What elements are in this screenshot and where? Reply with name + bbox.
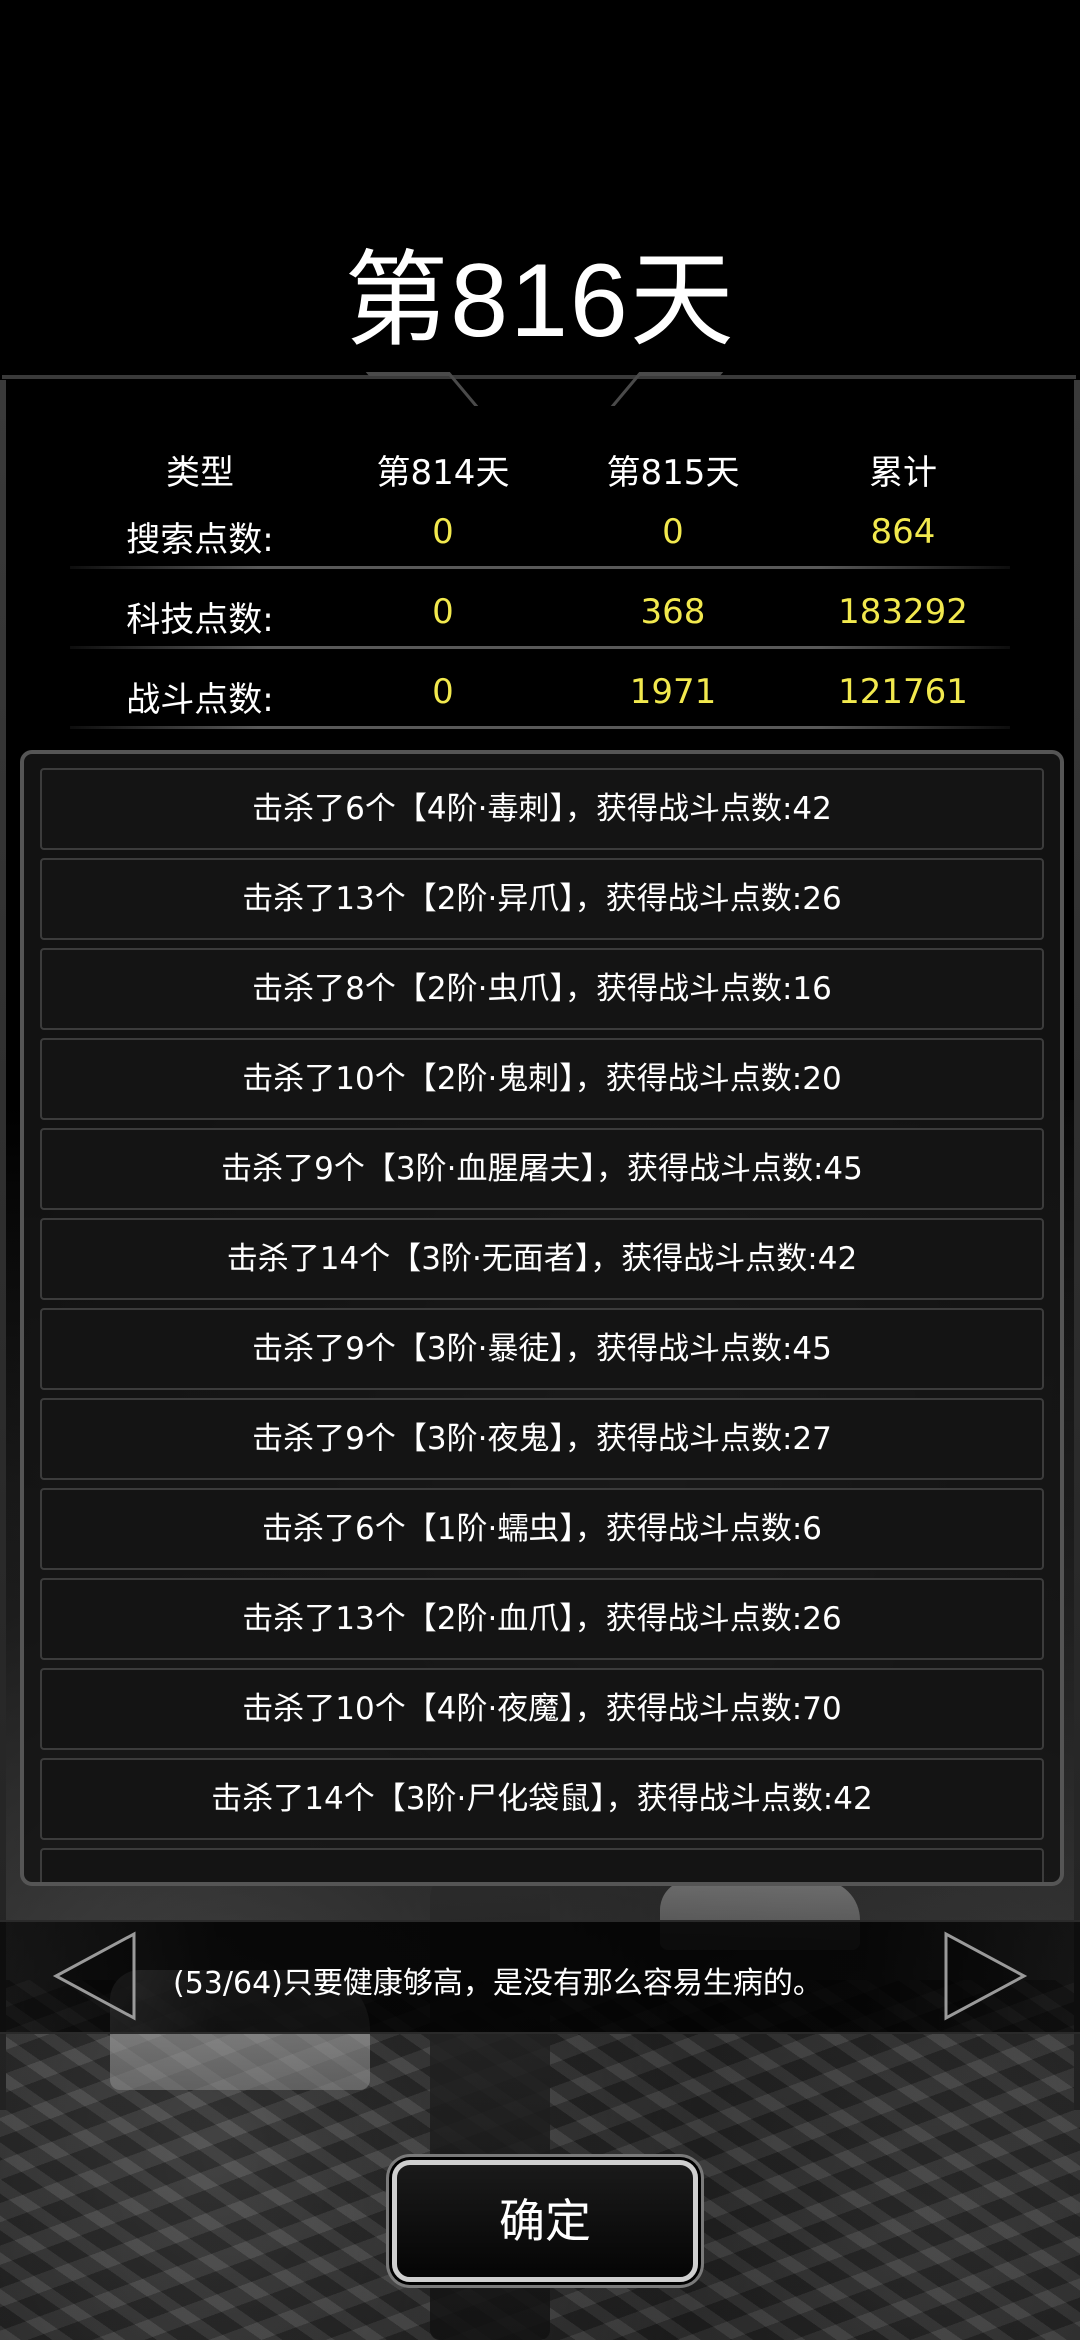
row-label: 科技点数: [126, 600, 274, 640]
next-tip-button[interactable] [940, 1930, 1030, 2022]
row-label: 搜索点数: [126, 520, 274, 560]
list-item: 击杀了9个【3阶·暴徒】，获得战斗点数:45 [40, 1308, 1044, 1390]
stats-row-combat: 战斗点数: 0 1971 121761 [0, 672, 1080, 742]
tip-text: (53/64)只要健康够高，是没有那么容易生病的。 [173, 1966, 823, 2001]
list-item: 击杀了14个【3阶·无面者】，获得战斗点数:42 [40, 1218, 1044, 1300]
list-item: 击杀了9个【3阶·夜鬼】，获得战斗点数:27 [40, 1398, 1044, 1480]
header-total: 累计 [869, 453, 937, 493]
battle-log-list[interactable]: 击杀了6个【4阶·毒刺】，获得战斗点数:42 击杀了13个【2阶·异爪】，获得战… [20, 750, 1064, 1886]
row-value-day814: 0 [432, 512, 454, 552]
row-value-day815: 1971 [629, 672, 717, 712]
row-value-total: 121761 [838, 672, 968, 712]
list-item: 击杀了8个【2阶·虫爪】，获得战斗点数:16 [40, 948, 1044, 1030]
row-value-day815: 0 [662, 512, 684, 552]
triangle-left-icon [52, 1931, 136, 2021]
stats-row-tech: 科技点数: 0 368 183292 [0, 592, 1080, 662]
header-day815: 第815天 [606, 453, 740, 493]
row-divider [70, 646, 1010, 649]
list-item: 击杀了9个【3阶·血腥屠夫】，获得战斗点数:45 [40, 1128, 1044, 1210]
list-item: 击杀了6个【4阶·毒刺】，获得战斗点数:42 [40, 768, 1044, 850]
list-item: 击杀了14个【3阶·尸化袋鼠】，获得战斗点数:42 [40, 1758, 1044, 1840]
row-value-day814: 0 [432, 592, 454, 632]
day-summary-screen: 第816天 类型 第814天 第815天 累计 搜索点数: 0 0 864 科技… [0, 0, 1080, 2340]
row-value-day814: 0 [432, 672, 454, 712]
header-type: 类型 [166, 453, 234, 493]
triangle-right-icon [944, 1931, 1028, 2021]
row-label: 战斗点数: [126, 680, 274, 720]
row-divider [70, 566, 1010, 569]
list-item-partial [40, 1848, 1044, 1882]
list-item: 击杀了13个【2阶·血爪】，获得战斗点数:26 [40, 1578, 1044, 1660]
list-item: 击杀了6个【1阶·蠕虫】，获得战斗点数:6 [40, 1488, 1044, 1570]
row-value-total: 183292 [838, 592, 968, 632]
row-value-total: 864 [870, 512, 936, 552]
confirm-button[interactable]: 确定 [392, 2160, 698, 2282]
row-value-day815: 368 [640, 592, 706, 632]
stats-header: 类型 第814天 第815天 累计 [0, 445, 1080, 495]
list-item: 击杀了13个【2阶·异爪】，获得战斗点数:26 [40, 858, 1044, 940]
header-day814: 第814天 [376, 453, 510, 493]
list-item: 击杀了10个【4阶·夜魔】，获得战斗点数:70 [40, 1668, 1044, 1750]
tip-bar: (53/64)只要健康够高，是没有那么容易生病的。 [0, 1920, 1080, 2034]
stats-row-search: 搜索点数: 0 0 864 [0, 512, 1080, 582]
row-divider [70, 726, 1010, 729]
list-item: 击杀了10个【2阶·鬼刺】，获得战斗点数:20 [40, 1038, 1044, 1120]
prev-tip-button[interactable] [50, 1930, 140, 2022]
page-title: 第816天 [344, 243, 736, 359]
